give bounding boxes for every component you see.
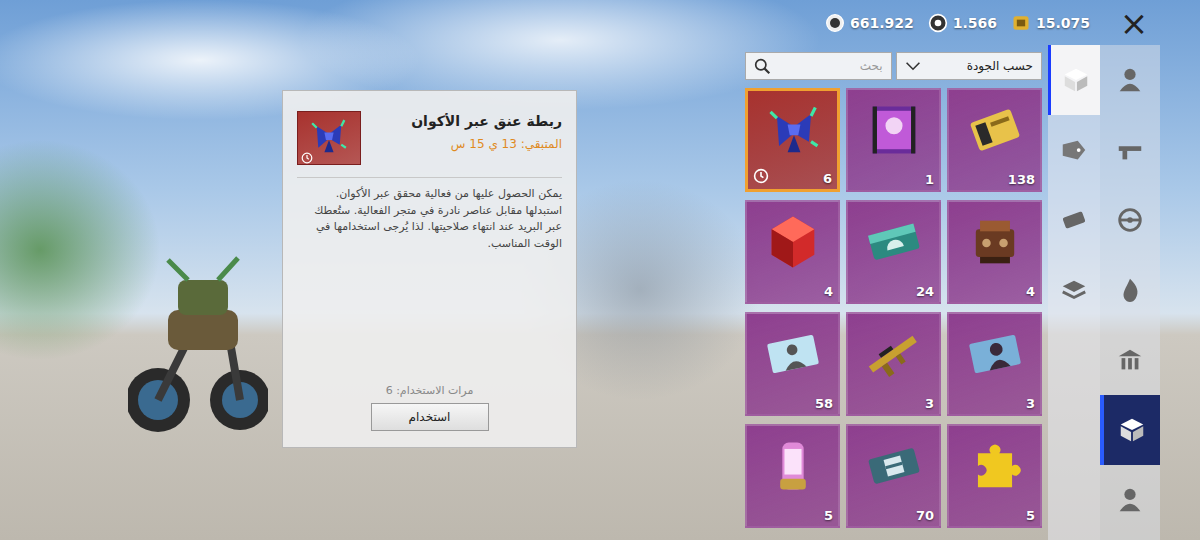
gun-icon [1115,135,1145,165]
item-cell[interactable]: 5 [745,424,840,528]
item-cell[interactable]: 58 [745,312,840,416]
currency: 15.075 [1011,13,1090,33]
item-cell[interactable]: 1 [846,88,941,192]
ticket-icon [963,98,1027,162]
engine-icon [963,210,1027,274]
category-tab[interactable] [1100,115,1160,185]
item-count: 138 [1008,172,1035,187]
item-grid: 6 1 138 4 24 4 58 3 3 5 70 5 [745,88,1042,528]
crate-coupon-icon [862,434,926,498]
sub-category-tab[interactable] [1048,45,1100,115]
item-cell[interactable]: 6 [745,88,840,192]
ticket-icon [1059,205,1089,235]
close-button[interactable]: × [1108,6,1160,40]
item-count: 6 [823,171,832,186]
top-bar: 661.922 1.566 15.075 × [0,0,1200,45]
search-placeholder: بحث [860,59,883,73]
item-count: 4 [824,284,833,299]
category-tab[interactable] [1100,255,1160,325]
item-count: 3 [1026,396,1035,411]
currency-value: 15.075 [1036,15,1090,31]
item-count: 1 [925,172,934,187]
sale-tag-icon [1059,135,1089,165]
capsule-icon [761,434,825,498]
item-count: 3 [925,396,934,411]
box-icon [1117,415,1147,445]
category-tab[interactable] [1100,45,1160,115]
item-title: ربطة عنق عبر الأكوان [371,113,562,129]
detail-titles: ربطة عنق عبر الأكوان المتبقي: 13 ي 15 س [371,111,562,151]
currency-value: 661.922 [850,15,914,31]
category-tab[interactable] [1100,185,1160,255]
item-cell[interactable]: 70 [846,424,941,528]
category-tab[interactable] [1100,395,1160,465]
flame-icon [1115,275,1145,305]
person-icon [1115,485,1145,515]
clock-icon [301,152,313,164]
item-count: 5 [1026,508,1035,523]
currency: 1.566 [928,13,997,33]
item-cell[interactable]: 3 [846,312,941,416]
divider [297,177,562,178]
sub-category-nav [1048,45,1100,540]
item-cell[interactable]: 3 [947,312,1042,416]
sub-category-tab[interactable] [1048,185,1100,255]
character-card-icon [761,322,825,386]
gem-icon [761,210,825,274]
item-cell[interactable]: 24 [846,200,941,304]
item-count: 4 [1026,284,1035,299]
item-cell[interactable]: 4 [947,200,1042,304]
rifle-icon [862,322,926,386]
item-cell[interactable]: 5 [947,424,1042,528]
uc-coin-icon [1011,13,1031,33]
item-cell[interactable]: 4 [745,200,840,304]
video-card-icon [862,98,926,162]
portrait-card-icon [963,322,1027,386]
item-count: 58 [815,396,833,411]
puzzle-piece-icon [963,434,1027,498]
chevron-down-icon [905,61,921,71]
currency: 661.922 [825,13,914,33]
item-count: 24 [916,284,934,299]
detail-header: ربطة عنق عبر الأكوان المتبقي: 13 ي 15 س [297,111,562,165]
category-nav [1100,45,1160,540]
sub-category-tab[interactable] [1048,255,1100,325]
filter-bar: بحث حسب الجودة [745,52,1042,80]
item-cell[interactable]: 138 [947,88,1042,192]
sort-label: حسب الجودة [967,59,1033,73]
bow-tie-icon [762,99,826,163]
box-icon [1061,65,1091,95]
item-count: 5 [824,508,833,523]
pass-card-icon [862,210,926,274]
inventory-panel: بحث حسب الجودة 6 1 138 4 24 4 58 3 3 5 70 5 [745,45,1042,540]
sub-category-tab[interactable] [1048,115,1100,185]
clock-icon [753,168,769,184]
building-icon [1115,345,1145,375]
inventory-screen: 661.922 1.566 15.075 × ربطة عنق عبر الأكوان ا… [0,0,1200,540]
search-field[interactable]: بحث [745,52,892,80]
item-description: يمكن الحصول عليها من فعالية محقق عبر الأ… [297,186,562,252]
magnifier-icon [754,58,771,75]
bow-tie-icon [306,114,352,160]
use-button[interactable]: استخدام [371,403,489,431]
sort-dropdown[interactable]: حسب الجودة [896,52,1043,80]
bp-coin-icon [825,13,845,33]
person-icon [1115,65,1145,95]
motorcycle-icon [128,250,268,440]
item-count: 70 [916,508,934,523]
layers-icon [1059,275,1089,305]
category-tab[interactable] [1100,465,1160,535]
steering-wheel-icon [1115,205,1145,235]
detail-thumbnail [297,111,361,165]
currency-value: 1.566 [953,15,997,31]
scene-area: ربطة عنق عبر الأكوان المتبقي: 13 ي 15 س يم… [0,45,745,540]
use-count: مرات الاستخدام: 6 [297,384,562,397]
item-detail-panel: ربطة عنق عبر الأكوان المتبقي: 13 ي 15 س يم… [282,90,577,448]
category-tab[interactable] [1100,325,1160,395]
ag-coin-icon [928,13,948,33]
remaining-time: المتبقي: 13 ي 15 س [371,137,562,151]
main-area: ربطة عنق عبر الأكوان المتبقي: 13 ي 15 س يم… [0,45,1200,540]
